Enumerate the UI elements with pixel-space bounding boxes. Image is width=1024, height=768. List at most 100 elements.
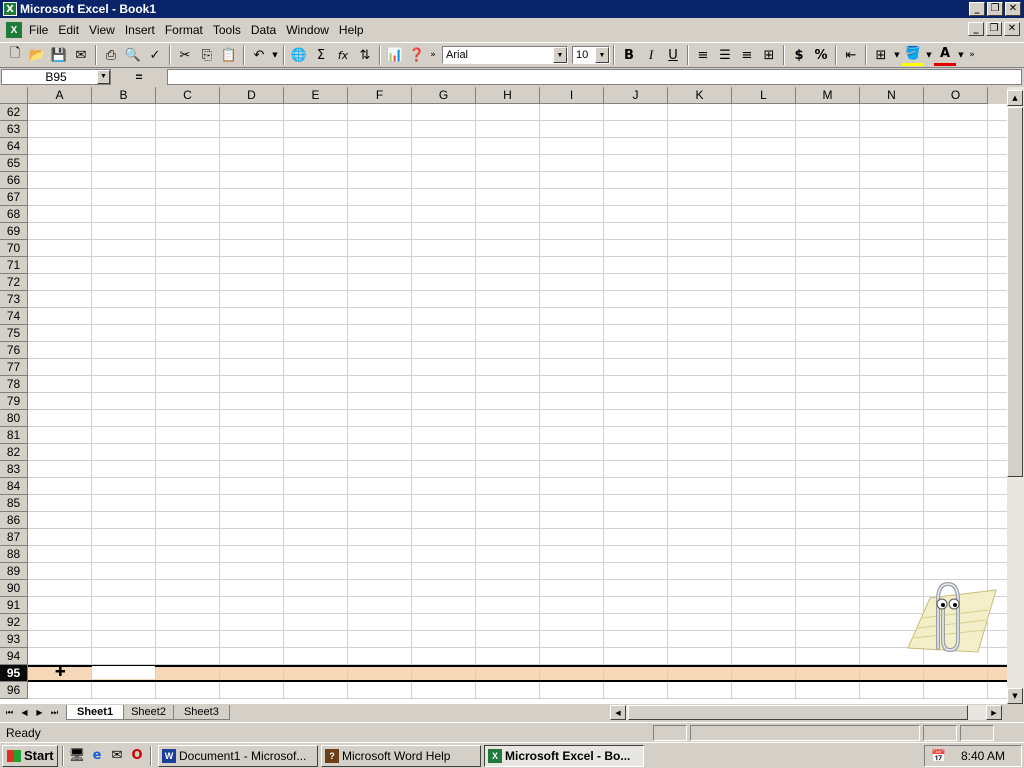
row-cells[interactable]: [28, 495, 1007, 512]
vertical-scrollbar[interactable]: ▲ ▼: [1007, 87, 1024, 704]
title-bar[interactable]: X Microsoft Excel - Book1 _ ❐ ✕: [0, 0, 1024, 18]
row-header-66[interactable]: 66: [0, 172, 28, 189]
row-header-75[interactable]: 75: [0, 325, 28, 342]
sheet-tab-sheet3[interactable]: Sheet3: [172, 705, 230, 720]
sheet-tab-sheet2[interactable]: Sheet2: [120, 705, 177, 720]
row-header-82[interactable]: 82: [0, 444, 28, 461]
row-header-63[interactable]: 63: [0, 121, 28, 138]
copy-icon[interactable]: ⎘: [196, 44, 218, 66]
row-header-96[interactable]: 96: [0, 682, 28, 699]
row-header-89[interactable]: 89: [0, 563, 28, 580]
row-cells[interactable]: [28, 580, 1007, 597]
font-name-combo[interactable]: Arial ▼: [442, 46, 568, 64]
column-header-d[interactable]: D: [220, 87, 284, 104]
row-cells[interactable]: [28, 138, 1007, 155]
menu-insert[interactable]: Insert: [120, 23, 160, 37]
start-button[interactable]: Start: [2, 744, 58, 767]
taskbar-item-word-help[interactable]: ? Microsoft Word Help: [321, 744, 481, 767]
select-all-corner[interactable]: [0, 87, 28, 104]
font-name-dropdown-icon[interactable]: ▼: [553, 47, 567, 63]
restore-button[interactable]: ❐: [987, 2, 1003, 16]
paste-icon[interactable]: 📋: [218, 44, 240, 66]
close-button[interactable]: ✕: [1005, 2, 1021, 16]
new-icon[interactable]: 🗋: [4, 44, 26, 66]
autosum-icon[interactable]: Σ: [310, 44, 332, 66]
menu-view[interactable]: View: [84, 23, 120, 37]
row-header-71[interactable]: 71: [0, 257, 28, 274]
column-header-a[interactable]: A: [28, 87, 92, 104]
taskbar-item-excel[interactable]: X Microsoft Excel - Bo...: [484, 744, 644, 767]
column-header-c[interactable]: C: [156, 87, 220, 104]
chart-wizard-icon[interactable]: 📊: [384, 44, 406, 66]
row-header-88[interactable]: 88: [0, 546, 28, 563]
row-header-74[interactable]: 74: [0, 308, 28, 325]
workbook-icon[interactable]: X: [6, 22, 22, 38]
italic-button[interactable]: I: [640, 44, 662, 66]
clock[interactable]: 8:40 AM: [961, 749, 1005, 763]
open-icon[interactable]: 📂: [26, 44, 48, 66]
row-cells[interactable]: [28, 546, 1007, 563]
undo-dropdown-icon[interactable]: ▼: [270, 44, 280, 66]
sheet-tab-sheet1[interactable]: Sheet1: [66, 705, 125, 720]
column-header-m[interactable]: M: [796, 87, 860, 104]
active-cell[interactable]: [92, 666, 155, 679]
font-size-combo[interactable]: 10 ▼: [572, 46, 610, 64]
row-header-86[interactable]: 86: [0, 512, 28, 529]
taskbar-item-document1[interactable]: W Document1 - Microsof...: [158, 744, 318, 767]
row-header-64[interactable]: 64: [0, 138, 28, 155]
row-header-80[interactable]: 80: [0, 410, 28, 427]
underline-button[interactable]: U: [662, 44, 684, 66]
row-header-78[interactable]: 78: [0, 376, 28, 393]
row-cells[interactable]: [28, 155, 1007, 172]
align-center-icon[interactable]: ☰: [714, 44, 736, 66]
row-header-62[interactable]: 62: [0, 104, 28, 121]
outlook-express-icon[interactable]: ✉: [107, 746, 127, 766]
row-header-68[interactable]: 68: [0, 206, 28, 223]
row-cells[interactable]: [28, 172, 1007, 189]
borders-dropdown-icon[interactable]: ▼: [892, 44, 902, 66]
font-color-dropdown-icon[interactable]: ▼: [956, 44, 966, 66]
workbook-restore-button[interactable]: ❐: [986, 22, 1002, 36]
cut-icon[interactable]: ✂: [174, 44, 196, 66]
bold-button[interactable]: B: [618, 44, 640, 66]
row-header-95[interactable]: 95: [0, 665, 28, 682]
paste-function-icon[interactable]: fx: [332, 44, 354, 66]
column-header-n[interactable]: N: [860, 87, 924, 104]
row-header-70[interactable]: 70: [0, 240, 28, 257]
column-header-b[interactable]: B: [92, 87, 156, 104]
row-cells[interactable]: [28, 393, 1007, 410]
office-assistant-icon[interactable]: ❓: [406, 44, 428, 66]
row-cells[interactable]: [28, 410, 1007, 427]
scroll-up-icon[interactable]: ▲: [1007, 90, 1023, 106]
menu-format[interactable]: Format: [160, 23, 208, 37]
column-header-e[interactable]: E: [284, 87, 348, 104]
name-box-dropdown-icon[interactable]: ▼: [97, 70, 110, 84]
print-preview-icon[interactable]: 🔍: [122, 44, 144, 66]
percent-button[interactable]: %: [810, 44, 832, 66]
row-header-87[interactable]: 87: [0, 529, 28, 546]
decrease-indent-icon[interactable]: ⇤: [840, 44, 862, 66]
row-cells[interactable]: [28, 682, 1007, 699]
column-header-g[interactable]: G: [412, 87, 476, 104]
first-sheet-icon[interactable]: ⏮: [2, 706, 17, 720]
internet-explorer-icon[interactable]: e: [87, 746, 107, 766]
menu-data[interactable]: Data: [246, 23, 281, 37]
row-cells[interactable]: [28, 597, 1007, 614]
print-icon[interactable]: ⎙: [100, 44, 122, 66]
font-size-dropdown-icon[interactable]: ▼: [595, 47, 609, 63]
row-header-77[interactable]: 77: [0, 359, 28, 376]
row-header-90[interactable]: 90: [0, 580, 28, 597]
scroll-right-icon[interactable]: ▶: [986, 705, 1002, 720]
office-assistant-clippy[interactable]: [900, 578, 1000, 660]
row-header-91[interactable]: 91: [0, 597, 28, 614]
borders-icon[interactable]: ⊞: [870, 44, 892, 66]
row-header-84[interactable]: 84: [0, 478, 28, 495]
scroll-down-icon[interactable]: ▼: [1007, 688, 1023, 704]
minimize-button[interactable]: _: [969, 2, 985, 16]
edit-formula-button[interactable]: =: [111, 70, 167, 84]
row-header-73[interactable]: 73: [0, 291, 28, 308]
row-cells[interactable]: [28, 359, 1007, 376]
fill-color-dropdown-icon[interactable]: ▼: [924, 44, 934, 66]
row-cells[interactable]: [28, 665, 1007, 682]
row-header-94[interactable]: 94: [0, 648, 28, 665]
